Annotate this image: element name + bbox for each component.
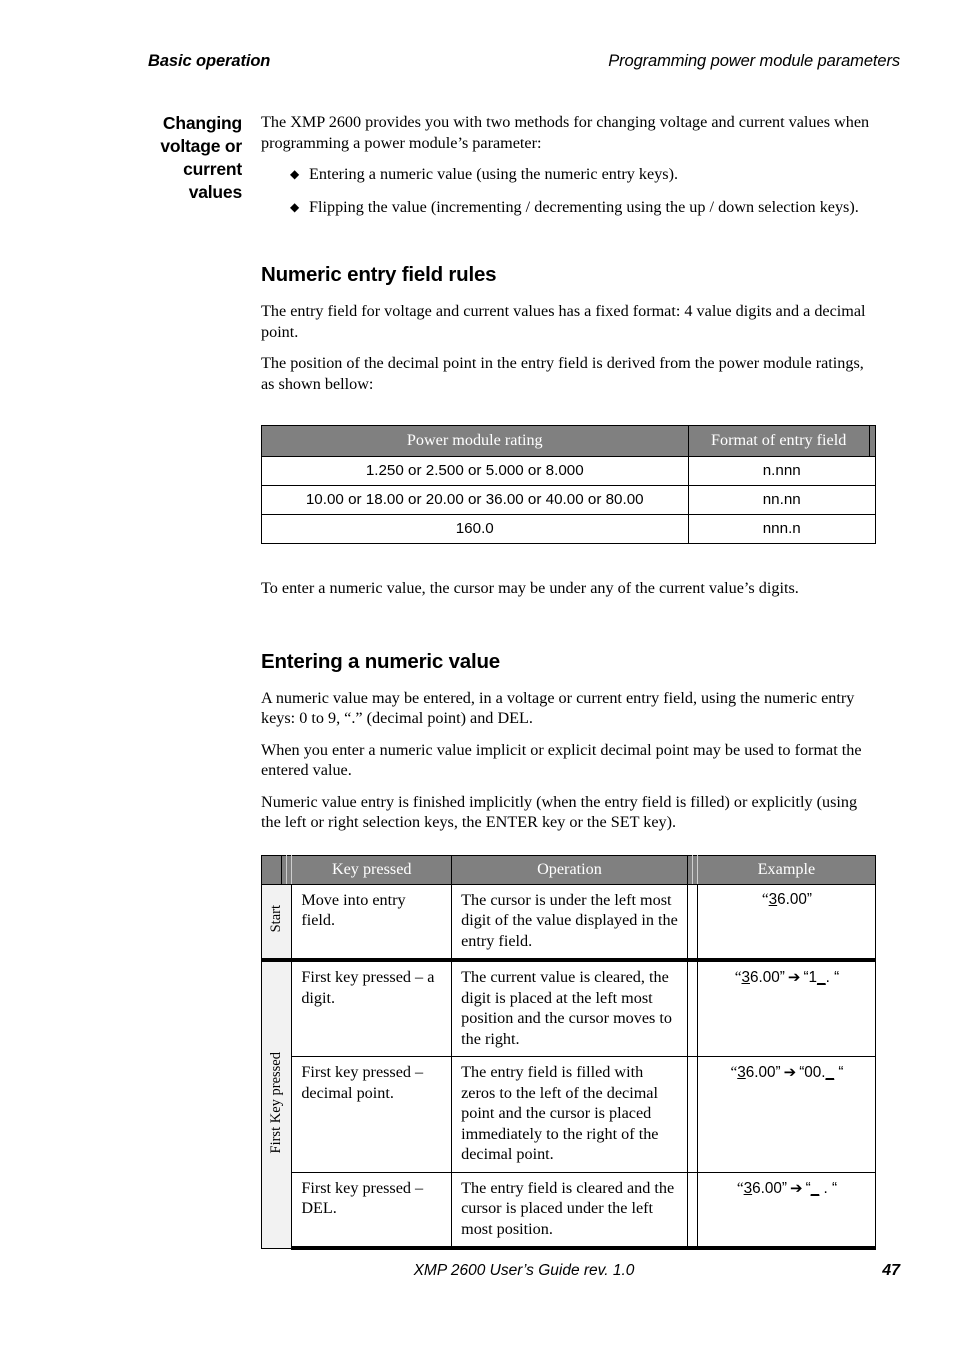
cell-example: “36.00” ➔ “_ . “ (696, 1171, 877, 1250)
cell-operation: The cursor is under the left most digit … (451, 883, 688, 961)
table-row: 160.0 nnn.n (261, 514, 876, 544)
section-heading-numeric-entry-field-rules: Numeric entry field rules (261, 263, 497, 286)
example-value-rest: 6.00” (777, 890, 813, 908)
section-heading-entering-a-numeric-value: Entering a numeric value (261, 649, 500, 673)
column-header-power-module-rating: Power module rating (261, 425, 689, 457)
rules-paragraph-3: To enter a numeric value, the cursor may… (261, 579, 799, 597)
diamond-bullet-icon: ◆ (290, 199, 300, 214)
table-row: First key pressed – DEL. The entry field… (262, 1171, 877, 1250)
example-result-cursor: _ (817, 969, 826, 986)
cell-operation: The current value is cleared, the digit … (451, 958, 688, 1057)
example-cursor-digit: 3 (737, 1064, 746, 1081)
intro-paragraph: The XMP 2600 provides you with two metho… (261, 113, 870, 152)
footer-title: XMP 2600 User’s Guide rev. 1.0 (413, 1262, 635, 1279)
example-result-pre: “00. (799, 1064, 826, 1081)
intro-bullet-list: ◆ Entering a numeric value (using the nu… (261, 164, 876, 217)
page-number: 47 (882, 1262, 900, 1279)
list-item: ◆ Entering a numeric value (using the nu… (261, 164, 876, 185)
right-arrow-icon: ➔ (790, 1178, 803, 1197)
table-row: Start Move into entry field. The cursor … (260, 883, 877, 961)
entering-paragraph-3: Numeric value entry is finished implicit… (261, 792, 858, 832)
example-result-post: . “ (819, 1179, 838, 1197)
cell-key-pressed: First key pressed – decimal point. (291, 1056, 453, 1173)
group-label-first-key-pressed: First Key pressed (260, 958, 293, 1249)
header-section-title: Programming power module parameters (608, 52, 900, 70)
table-row: 10.00 or 18.00 or 20.00 or 36.00 or 40.0… (261, 485, 876, 515)
cell-operation: The entry field is filled with zeros to … (451, 1056, 688, 1173)
cell-example: “36.00” ➔ “1_. “ (696, 958, 877, 1057)
group-label-start: Start (260, 883, 293, 961)
document-page: Basic operation Programming power module… (0, 0, 954, 1351)
right-arrow-icon: ➔ (783, 1063, 797, 1081)
column-header-spacer (868, 425, 877, 457)
example-cursor-digit: 3 (768, 890, 778, 908)
table-row: First Key pressed First key pressed – a … (260, 958, 877, 1249)
column-header-format-of-entry-field: Format of entry field (687, 425, 870, 457)
example-open-quote: “ (761, 890, 769, 908)
cell-example: “36.00” ➔ “00._ “ (696, 1056, 877, 1173)
example-result-post: . “ (825, 969, 840, 986)
list-item: ◆ Flipping the value (incrementing / dec… (261, 197, 876, 218)
cell-format: nn.nn (687, 485, 876, 515)
entering-paragraph-1: A numeric value may be entered, in a vol… (261, 688, 855, 728)
example-result-post: “ (834, 1064, 844, 1081)
page-footer: XMP 2600 User’s Guide rev. 1.0 47 (148, 1262, 900, 1286)
rules-paragraph-2: The position of the decimal point in the… (261, 354, 864, 393)
right-arrow-icon: ➔ (787, 968, 801, 986)
example-result-cursor: _ (825, 1064, 835, 1081)
entering-paragraph-2: When you enter a numeric value implicit … (261, 740, 862, 780)
example-cursor-digit: 3 (741, 969, 750, 986)
cell-key-pressed: First key pressed – DEL. (291, 1171, 453, 1250)
list-item-label: Flipping the value (incrementing / decre… (309, 197, 859, 216)
example-value-rest: 6.00” (745, 1064, 781, 1081)
body-column: The XMP 2600 provides you with two metho… (260, 112, 877, 1250)
column-header-example: Example (696, 854, 877, 885)
column-header-key-pressed: Key pressed (291, 854, 453, 885)
list-item-label: Entering a numeric value (using the nume… (309, 165, 679, 183)
example-result-pre: “1 (803, 969, 818, 986)
table-header-row: Power module rating Format of entry fiel… (261, 425, 877, 457)
cell-operation: The entry field is cleared and the curso… (451, 1171, 688, 1250)
example-value-rest: 6.00” (750, 969, 785, 986)
column-header-operation: Operation (451, 854, 688, 885)
table-row: 1.250 or 2.500 or 5.000 or 8.000 n.nnn (261, 456, 876, 486)
margin-heading: Changing voltage or current values (160, 113, 242, 202)
cell-key-pressed: First key pressed – a digit. (291, 958, 453, 1057)
cell-format: nnn.n (687, 514, 876, 544)
header-chapter-title: Basic operation (148, 52, 271, 70)
cell-format: n.nnn (687, 456, 876, 486)
key-pressed-operation-table: Key pressed Operation Example Start Move… (260, 854, 877, 1250)
rules-paragraph-1: The entry field for voltage and current … (261, 302, 866, 341)
example-value-rest: 6.00” (752, 1179, 787, 1197)
diamond-bullet-icon: ◆ (290, 167, 300, 181)
running-header: Basic operation Programming power module… (148, 52, 900, 71)
column-header-group (260, 854, 283, 885)
cell-rating: 10.00 or 18.00 or 20.00 or 36.00 or 40.0… (261, 485, 689, 515)
cell-rating: 160.0 (261, 514, 689, 544)
cell-key-pressed: Move into entry field. (291, 883, 453, 961)
power-module-rating-table: Power module rating Format of entry fiel… (261, 425, 877, 544)
example-open-quote: “ (736, 1179, 744, 1197)
cell-rating: 1.250 or 2.500 or 5.000 or 8.000 (261, 456, 689, 486)
table-row: First key pressed – decimal point. The e… (262, 1056, 877, 1173)
example-cursor-digit: 3 (743, 1179, 753, 1197)
table-header-row: Key pressed Operation Example (260, 854, 877, 885)
example-result-cursor: _ (810, 1179, 820, 1197)
cell-example: “36.00” (696, 883, 877, 961)
